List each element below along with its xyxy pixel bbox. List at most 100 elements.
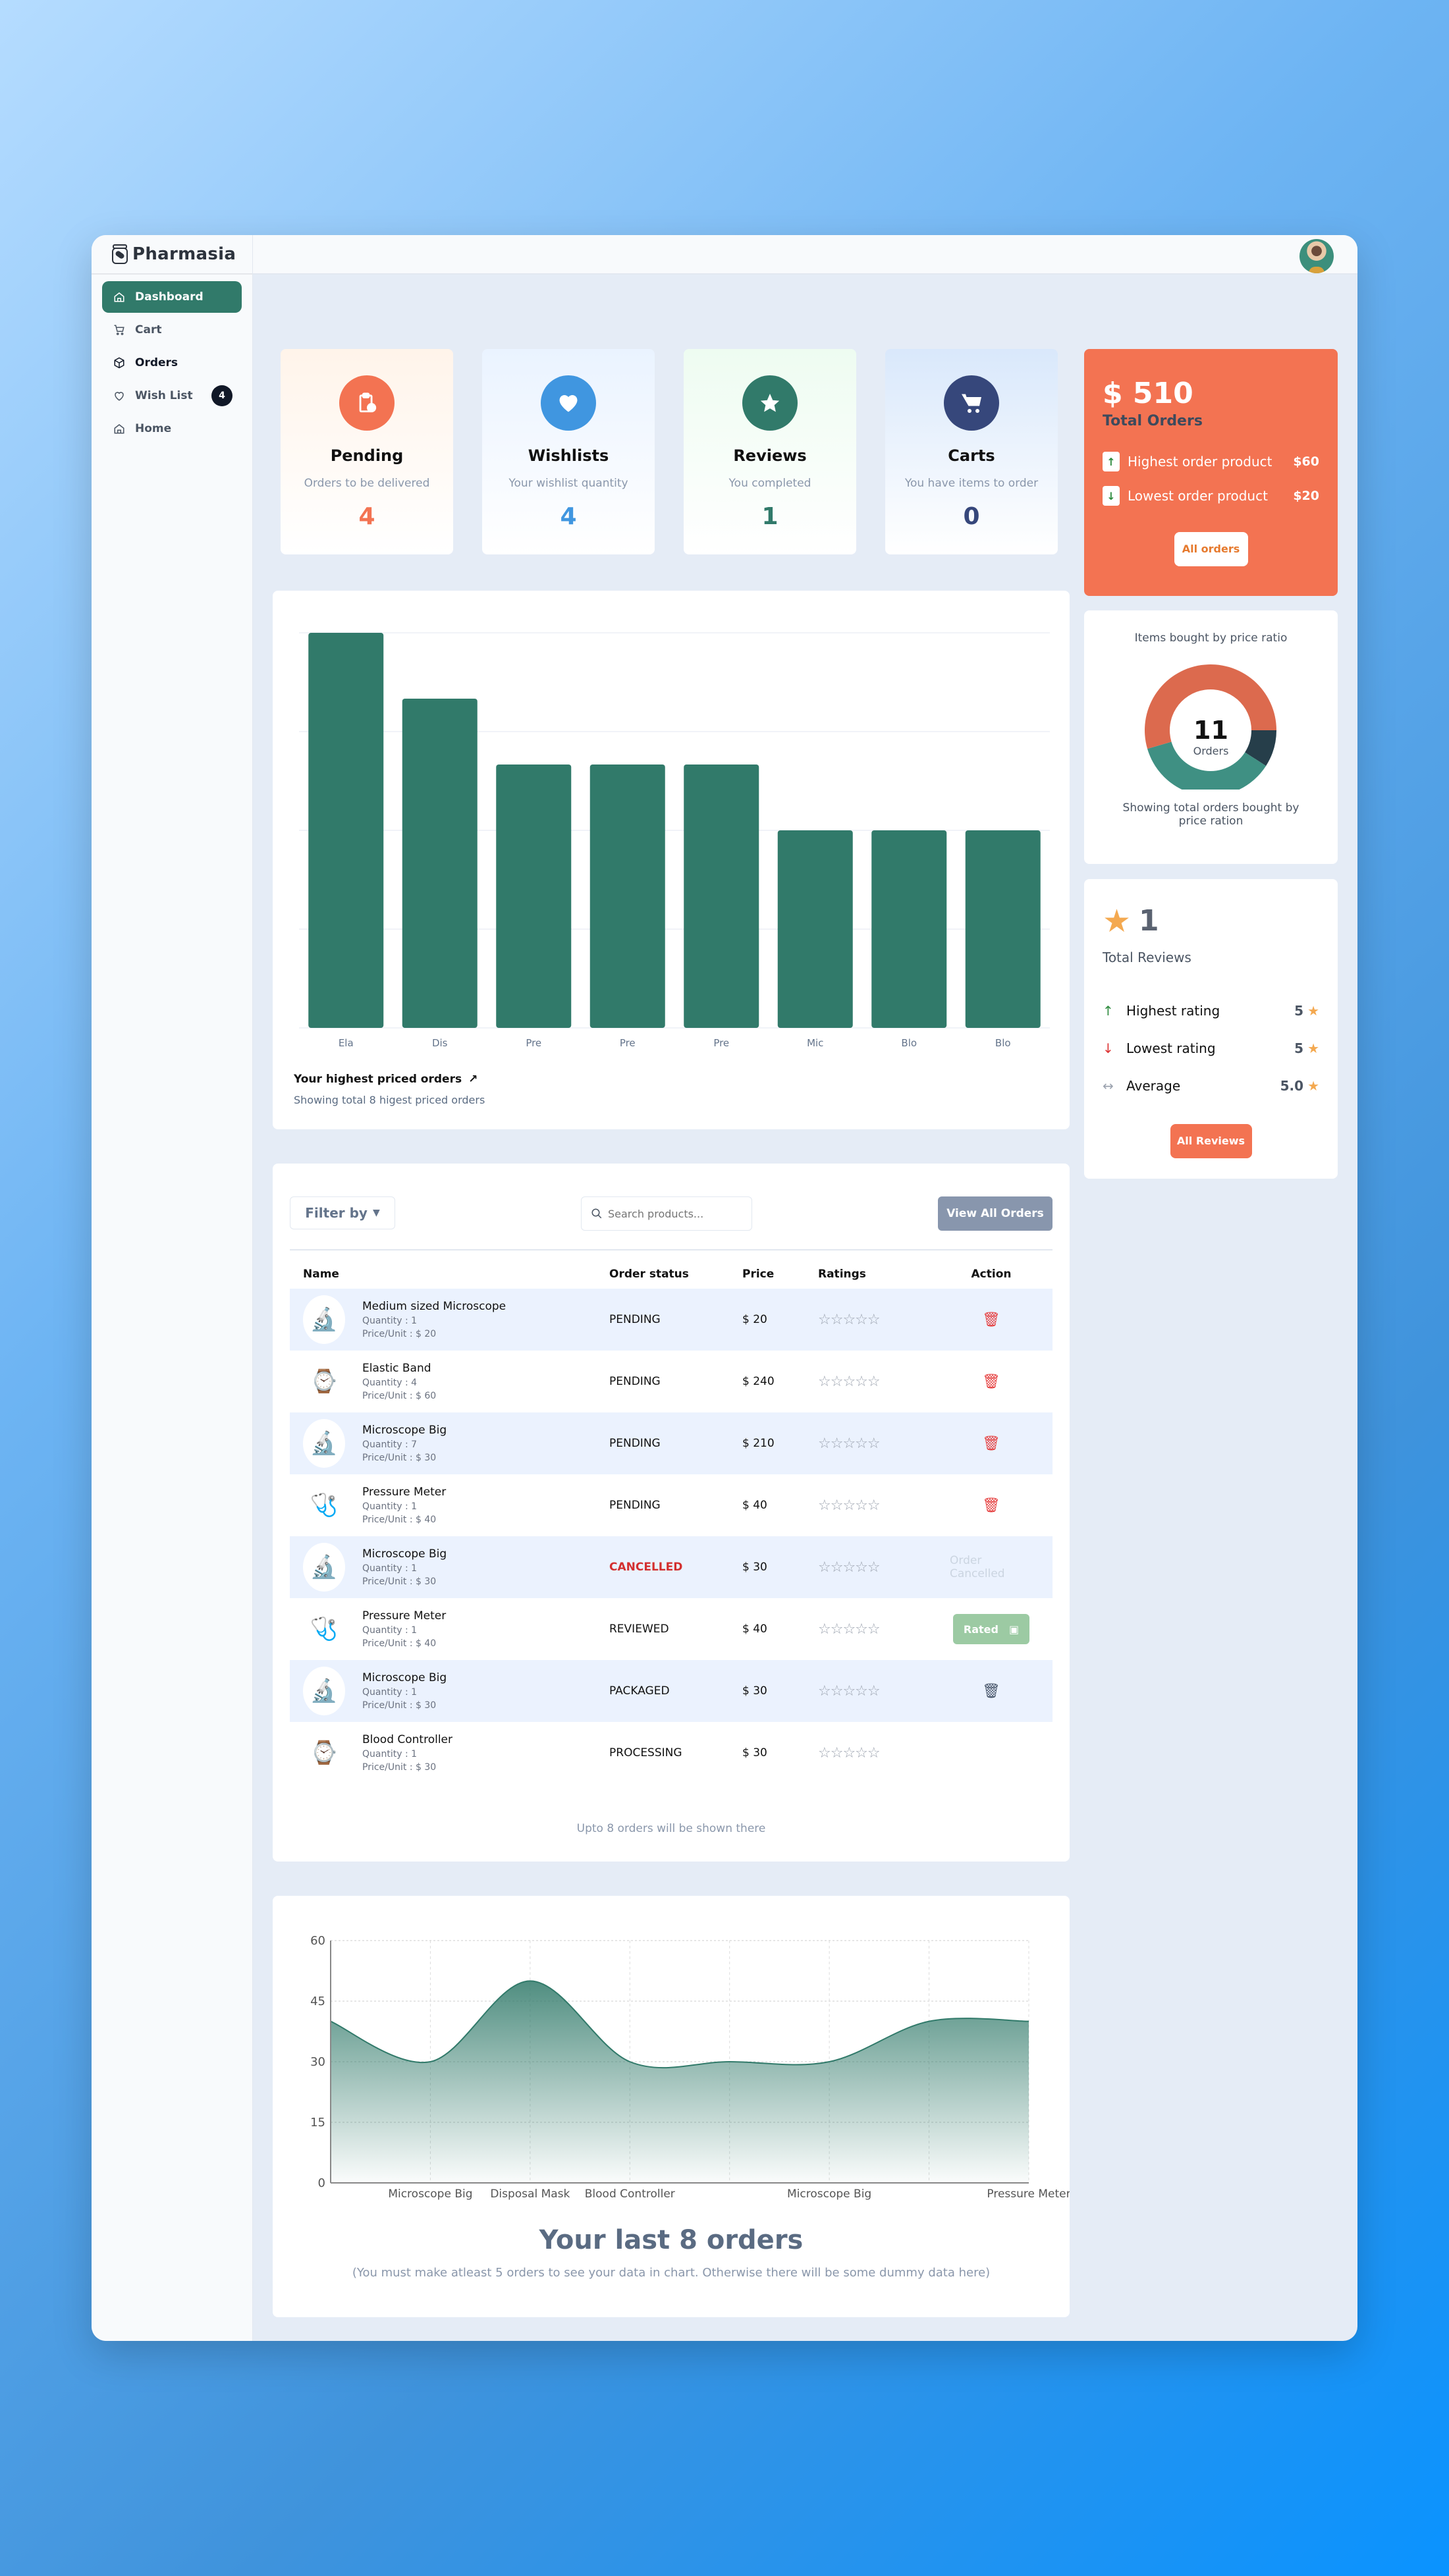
stat-subtitle: Orders to be delivered — [304, 477, 430, 490]
search-icon — [591, 1208, 602, 1219]
highest-order-value: $60 — [1293, 454, 1319, 469]
table-body: 🔬 Medium sized Microscope Quantity : 1 Pric… — [290, 1289, 1053, 1784]
heart-icon — [541, 375, 596, 431]
trash-icon[interactable]: 🗑 — [982, 1683, 1000, 1700]
total-orders-card: $ 510 Total Orders ↑ Highest order produ… — [1084, 349, 1338, 596]
product-unit-price: Price/Unit : $ 20 — [362, 1329, 437, 1339]
bar-chart: Ela Dis Pre Pre Pre Mic Blo Blo — [299, 632, 1050, 1049]
heart-icon — [113, 390, 126, 402]
y-tick-label: 60 — [310, 1934, 325, 1948]
product-quantity: Quantity : 1 — [362, 1501, 418, 1512]
bar-chart-title: Your highest priced orders — [294, 1073, 462, 1086]
bar — [308, 633, 384, 1028]
stat-title: Carts — [948, 446, 995, 465]
product-unit-price: Price/Unit : $ 40 — [362, 1515, 437, 1525]
orders-table-card: Filter by ▼ View All Orders Name Order s… — [273, 1164, 1070, 1862]
order-price: $ 40 — [742, 1499, 767, 1512]
y-tick-label: 30 — [310, 2055, 325, 2069]
rating-value: 5.0 — [1280, 1077, 1304, 1094]
highest-order-label: Highest order product — [1128, 454, 1272, 470]
view-all-orders-button[interactable]: View All Orders — [938, 1196, 1053, 1231]
bar-label: Ela — [339, 1037, 354, 1049]
top-bar — [253, 235, 1357, 275]
row-action: Order Cancelled — [950, 1554, 1053, 1580]
order-price: $ 30 — [742, 1746, 767, 1759]
row-action: 🗑 — [950, 1436, 1053, 1452]
product-name: Blood Controller — [362, 1733, 453, 1746]
search-input[interactable] — [608, 1207, 740, 1220]
sidebar-item-wish-list[interactable]: Wish List 4 — [102, 380, 242, 412]
sidebar-item-orders[interactable]: Orders — [102, 347, 242, 379]
rating-value: 5 — [1294, 1040, 1304, 1056]
star-rating[interactable]: ☆☆☆☆☆ — [818, 1436, 950, 1452]
star-rating[interactable]: ☆☆☆☆☆ — [818, 1497, 950, 1514]
row-action: Rated ▣ — [950, 1614, 1053, 1644]
sidebar-item-dashboard[interactable]: Dashboard — [102, 281, 242, 313]
average-rating-row: ↔ Average 5.0 ★ — [1103, 1067, 1319, 1104]
sidebar: Pharmasia Dashboard Cart Orders Wish Lis… — [92, 235, 253, 2341]
user-avatar[interactable] — [1299, 239, 1334, 273]
sidebar-item-home[interactable]: Home — [102, 413, 242, 444]
trash-icon[interactable]: 🗑 — [982, 1374, 1000, 1390]
trash-icon[interactable]: 🗑 — [982, 1436, 1000, 1452]
star-rating[interactable]: ☆☆☆☆☆ — [818, 1559, 950, 1576]
column-header: Action — [971, 1268, 1012, 1281]
stat-value: 0 — [963, 503, 980, 530]
product-name: Pressure Meter — [362, 1609, 447, 1623]
area-chart-title: Your last 8 orders — [539, 2225, 804, 2255]
order-status: PENDING — [609, 1313, 661, 1326]
stat-card-reviews[interactable]: Reviews You completed 1 — [684, 349, 856, 554]
cart-icon — [113, 324, 126, 336]
bar — [777, 830, 853, 1028]
trash-icon[interactable]: 🗑 — [982, 1497, 1000, 1514]
order-status: CANCELLED — [609, 1561, 683, 1574]
home-icon — [113, 291, 126, 303]
stat-card-wishlists[interactable]: Wishlists Your wishlist quantity 4 — [482, 349, 655, 554]
sidebar-item-cart[interactable]: Cart — [102, 314, 242, 346]
order-status: PENDING — [609, 1437, 661, 1450]
product-name: Medium sized Microscope — [362, 1300, 506, 1313]
bar-chart-subtitle: Showing total 8 higest priced orders — [294, 1094, 485, 1106]
product-quantity: Quantity : 1 — [362, 1687, 418, 1698]
product-unit-price: Price/Unit : $ 60 — [362, 1391, 437, 1401]
bar — [496, 765, 572, 1028]
bar-label: Mic — [807, 1037, 823, 1049]
star-rating[interactable]: ☆☆☆☆☆ — [818, 1745, 950, 1761]
x-tick-label: Microscope Big — [388, 2187, 472, 2201]
product-name: Microscope Big — [362, 1424, 447, 1437]
product-quantity: Quantity : 1 — [362, 1625, 418, 1636]
stat-subtitle: Your wishlist quantity — [508, 477, 628, 490]
filter-button[interactable]: Filter by ▼ — [290, 1196, 395, 1229]
star-icon: ★ — [1307, 1077, 1319, 1094]
all-reviews-button[interactable]: All Reviews — [1170, 1124, 1252, 1158]
bar-label: Pre — [620, 1037, 636, 1049]
app-name: Pharmasia — [132, 244, 236, 264]
rating-label: Lowest rating — [1126, 1040, 1216, 1056]
star-rating[interactable]: ☆☆☆☆☆ — [818, 1621, 950, 1638]
row-action: 🗑 — [950, 1497, 1053, 1514]
trending-up-icon: ↗ — [468, 1073, 478, 1086]
trash-icon[interactable]: 🗑 — [982, 1312, 1000, 1328]
column-header: Price — [742, 1268, 775, 1281]
bar-label: Blo — [995, 1037, 1011, 1049]
star-rating[interactable]: ☆☆☆☆☆ — [818, 1312, 950, 1328]
search-box[interactable] — [581, 1196, 752, 1231]
table-row: ⌚ Elastic Band Quantity : 4 Price/Unit : $ … — [290, 1351, 1053, 1412]
app-window: Pharmasia Dashboard Cart Orders Wish Lis… — [92, 235, 1357, 2341]
star-rating[interactable]: ☆☆☆☆☆ — [818, 1374, 950, 1390]
bar — [965, 830, 1041, 1028]
logo[interactable]: Pharmasia — [92, 235, 252, 275]
total-orders-label: Total Orders — [1103, 413, 1203, 429]
stat-card-pending[interactable]: Pending Orders to be delivered 4 — [281, 349, 453, 554]
table-row: 🔬 Microscope Big Quantity : 1 Price/Unit : … — [290, 1536, 1053, 1598]
star-rating[interactable]: ☆☆☆☆☆ — [818, 1683, 950, 1700]
rated-button[interactable]: Rated ▣ — [952, 1614, 1030, 1644]
donut-title: Items bought by price ratio — [1134, 631, 1288, 645]
stat-card-carts[interactable]: Carts You have items to order 0 — [885, 349, 1058, 554]
lowest-order-row: ↓ Lowest order product $20 — [1103, 486, 1319, 506]
all-orders-button[interactable]: All orders — [1174, 532, 1248, 566]
cart-icon — [944, 375, 999, 431]
donut-center-value: 11 — [1193, 716, 1228, 745]
donut-center-label: Orders — [1193, 745, 1229, 757]
lowest-order-label: Lowest order product — [1128, 488, 1268, 504]
